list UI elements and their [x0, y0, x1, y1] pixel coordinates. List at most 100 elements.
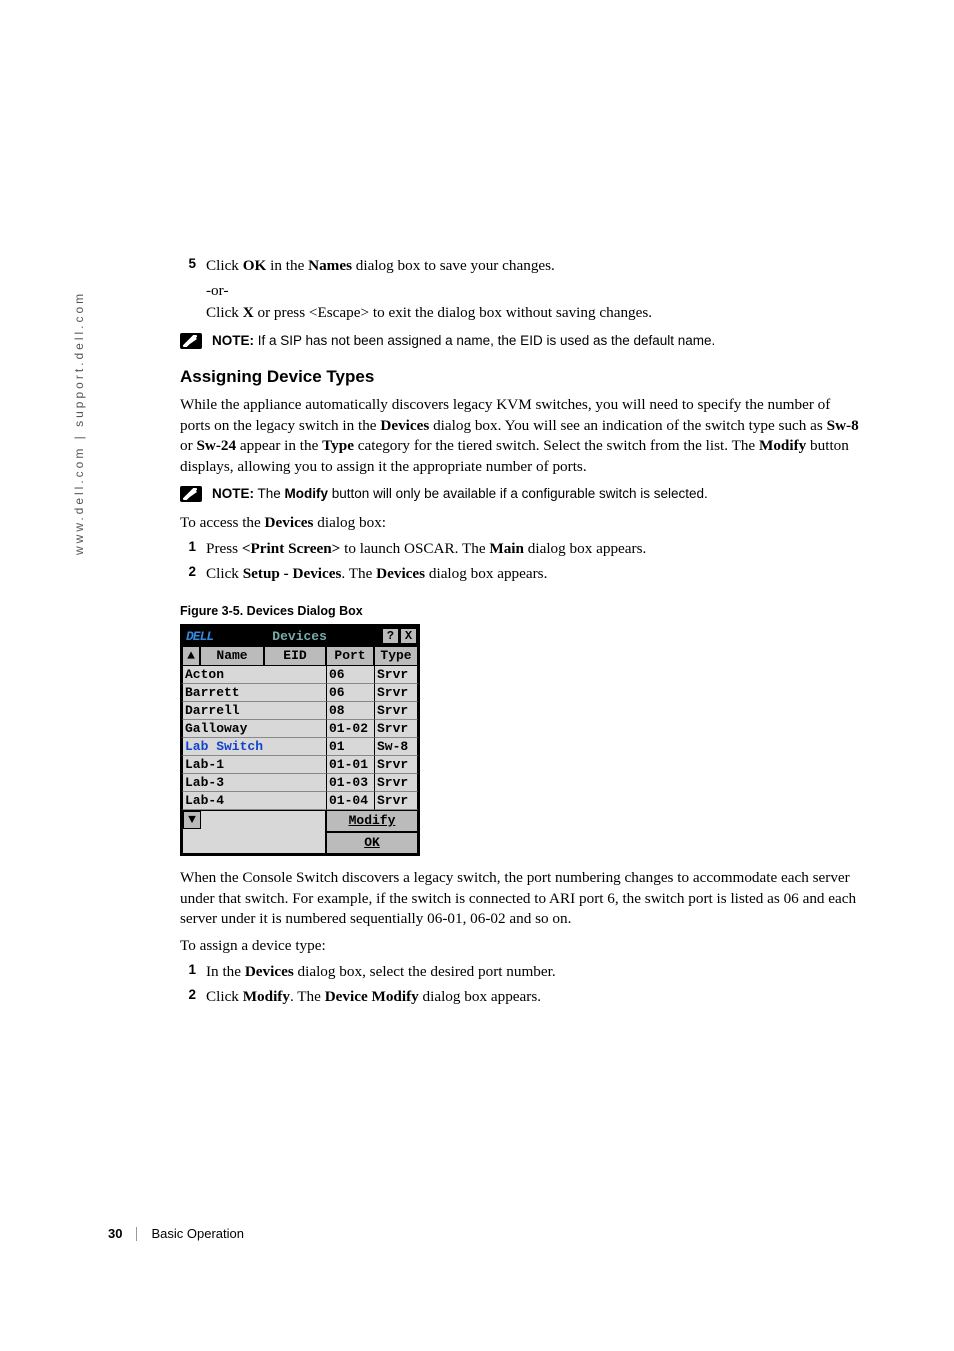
table-row[interactable]: Lab Switch01Sw-8: [182, 738, 418, 756]
text: or: [180, 437, 196, 454]
step-body: Click Modify. The Device Modify dialog b…: [206, 987, 541, 1008]
cell-port: 01-01: [326, 756, 374, 774]
kw-devices: Devices: [265, 514, 314, 531]
footer-separator: [136, 1227, 137, 1241]
step-5: 5 Click OK in the Names dialog box to sa…: [180, 256, 860, 277]
text: The: [254, 486, 285, 501]
text: dialog box, select the desired port numb…: [294, 963, 556, 980]
text: Click: [206, 257, 243, 274]
kw-device-modify: Device Modify: [325, 988, 419, 1005]
text: . The: [341, 565, 376, 582]
cell-port: 06: [326, 666, 374, 684]
note-icon: [180, 486, 202, 502]
step-number: 5: [180, 256, 206, 277]
table-row[interactable]: Acton06Srvr: [182, 666, 418, 684]
cell-type: Srvr: [374, 774, 418, 792]
text: Click: [206, 304, 243, 321]
table-row[interactable]: Darrell08Srvr: [182, 702, 418, 720]
step-or: -or-: [206, 281, 860, 302]
step-number: 1: [180, 539, 206, 560]
text: dialog box. You will see an indication o…: [429, 417, 826, 434]
header-type: Type: [374, 646, 418, 666]
text: dialog box appears.: [524, 540, 646, 557]
dialog-titlebar: DELL Devices ? X: [182, 626, 418, 646]
text: Press: [206, 540, 242, 557]
page-footer: 30 Basic Operation: [108, 1226, 244, 1241]
table-row[interactable]: Lab-301-03Srvr: [182, 774, 418, 792]
kw-names: Names: [308, 257, 352, 274]
kw-modify: Modify: [759, 437, 806, 454]
note-2: NOTE: The Modify button will only be ava…: [180, 485, 860, 503]
dialog-body: Acton06SrvrBarrett06SrvrDarrell08SrvrGal…: [182, 666, 418, 810]
cell-name: Lab-3: [182, 774, 326, 792]
table-row[interactable]: Galloway01-02Srvr: [182, 720, 418, 738]
table-row[interactable]: Lab-401-04Srvr: [182, 792, 418, 810]
cell-port: 01: [326, 738, 374, 756]
dialog-footer: ▼ Modify OK: [182, 810, 418, 854]
text: category for the tiered switch. Select t…: [354, 437, 759, 454]
text: appear in the: [236, 437, 322, 454]
cell-type: Srvr: [374, 684, 418, 702]
footer-right: Modify OK: [326, 810, 418, 854]
cell-name: Acton: [182, 666, 326, 684]
modify-button[interactable]: Modify: [326, 810, 418, 832]
cell-name: Galloway: [182, 720, 326, 738]
dell-logo: DELL: [182, 629, 217, 644]
text: dialog box to save your changes.: [352, 257, 555, 274]
kw-main: Main: [489, 540, 524, 557]
header-eid[interactable]: EID: [264, 646, 326, 666]
step-number: 2: [180, 987, 206, 1008]
kw-modify: Modify: [243, 988, 290, 1005]
text: Click: [206, 988, 243, 1005]
kw-ok: OK: [243, 257, 267, 274]
footer-left: ▼: [182, 810, 326, 854]
step-1b: 1 In the Devices dialog box, select the …: [180, 962, 860, 983]
scroll-up-button[interactable]: ▲: [182, 646, 200, 666]
cell-type: Sw-8: [374, 738, 418, 756]
text: If a SIP has not been assigned a name, t…: [254, 333, 715, 348]
main-content: 5 Click OK in the Names dialog box to sa…: [180, 256, 860, 1011]
kw-devices: Devices: [380, 417, 429, 434]
text: K: [372, 835, 380, 850]
ok-button[interactable]: OK: [326, 832, 418, 854]
sidebar-url: www.dell.com | support.dell.com: [72, 255, 92, 555]
text: button will only be available if a confi…: [328, 486, 708, 501]
cell-name: Barrett: [182, 684, 326, 702]
step-number: 2: [180, 564, 206, 585]
text: dialog box appears.: [419, 988, 541, 1005]
devices-dialog: DELL Devices ? X ▲ Name EID Port Type Ac…: [180, 624, 420, 856]
cell-port: 01-04: [326, 792, 374, 810]
table-row[interactable]: Lab-101-01Srvr: [182, 756, 418, 774]
cell-name: Lab Switch: [182, 738, 326, 756]
cell-type: Srvr: [374, 666, 418, 684]
kw-devices: Devices: [245, 963, 294, 980]
cell-port: 06: [326, 684, 374, 702]
note-icon: [180, 333, 202, 349]
note-text: NOTE: If a SIP has not been assigned a n…: [212, 332, 715, 350]
step-alt: Click X or press <Escape> to exit the di…: [206, 303, 860, 324]
close-button[interactable]: X: [400, 628, 417, 644]
scroll-down-button[interactable]: ▼: [183, 811, 201, 829]
note-label: NOTE:: [212, 333, 254, 348]
note-text: NOTE: The Modify button will only be ava…: [212, 485, 708, 503]
header-name[interactable]: Name: [200, 646, 264, 666]
cell-name: Lab-4: [182, 792, 326, 810]
chapter-name: Basic Operation: [151, 1226, 244, 1241]
step-body: Click Setup - Devices. The Devices dialo…: [206, 564, 547, 585]
table-row[interactable]: Barrett06Srvr: [182, 684, 418, 702]
kw-setup-devices: Setup - Devices: [243, 565, 342, 582]
step-1: 1 Press <Print Screen> to launch OSCAR. …: [180, 539, 860, 560]
note-1: NOTE: If a SIP has not been assigned a n…: [180, 332, 860, 350]
paragraph-1: While the appliance automatically discov…: [180, 395, 860, 477]
kw-printscreen: <Print Screen>: [242, 540, 340, 557]
kw-devices: Devices: [376, 565, 425, 582]
header-port[interactable]: Port: [326, 646, 374, 666]
section-heading: Assigning Device Types: [180, 367, 860, 387]
text: or press <Escape> to exit the dialog box…: [254, 304, 652, 321]
help-button[interactable]: ?: [382, 628, 399, 644]
kw-x: X: [243, 304, 254, 321]
dialog-title: Devices: [217, 629, 382, 644]
dialog-header-row: ▲ Name EID Port Type: [182, 646, 418, 666]
cell-type: Srvr: [374, 720, 418, 738]
step-2: 2 Click Setup - Devices. The Devices dia…: [180, 564, 860, 585]
